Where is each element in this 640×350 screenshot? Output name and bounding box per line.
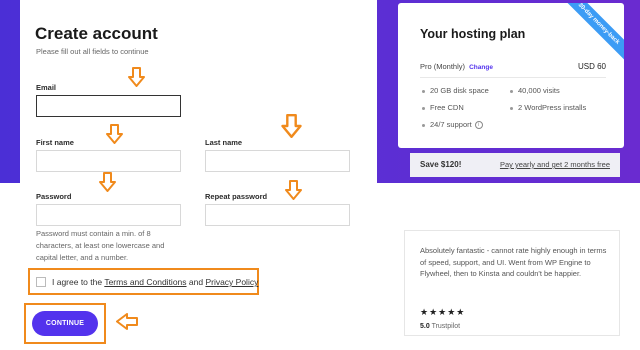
last-name-field[interactable] [205, 150, 350, 172]
save-offer-bar: Save $120! Pay yearly and get 2 months f… [410, 153, 620, 177]
plan-title: Your hosting plan [420, 27, 526, 41]
terms-agreement-text: I agree to the Terms and Conditions and … [52, 277, 258, 287]
arrow-down-icon [106, 124, 123, 144]
privacy-link[interactable]: Privacy Policy [205, 277, 258, 287]
arrow-down-icon [128, 67, 145, 87]
agree-prefix: I agree to the [52, 277, 105, 287]
terms-link[interactable]: Terms and Conditions [104, 277, 186, 287]
password-label: Password [36, 192, 72, 201]
bullet-icon [510, 89, 513, 93]
first-name-label: First name [36, 138, 74, 147]
email-label: Email [36, 83, 57, 92]
create-account-form: Create account Please fill out all field… [20, 0, 377, 350]
pay-yearly-link[interactable]: Pay yearly and get 2 months free [500, 160, 610, 169]
background-edge [0, 183, 22, 350]
arrow-down-icon [285, 180, 302, 200]
feature-label: 20 GB disk space [430, 86, 489, 95]
testimonial-text: Absolutely fantastic - cannot rate highl… [420, 246, 607, 278]
feature-label: 24/7 support [430, 120, 472, 129]
plan-price: USD 60 [577, 62, 606, 71]
change-plan-link[interactable]: Change [469, 64, 493, 71]
email-field[interactable] [36, 95, 181, 117]
continue-button[interactable]: CONTINUE [32, 311, 98, 336]
save-amount: Save $120! [420, 160, 462, 169]
money-back-ribbon: 30-day money-back [559, 3, 624, 63]
feature-label: Free CDN [430, 103, 464, 112]
rating-score: 5.0 [420, 323, 430, 330]
continue-highlight: CONTINUE [24, 303, 106, 344]
bullet-icon [510, 106, 513, 110]
hosting-plan-card: Your hosting plan 30-day money-back Pro … [398, 3, 624, 148]
page-title: Create account [35, 24, 158, 43]
feature-item: 2 WordPress installs [510, 102, 600, 113]
bullet-icon [422, 106, 425, 110]
star-icon: ★★★★★ [420, 307, 466, 317]
feature-label: 40,000 visits [518, 86, 560, 95]
last-name-label: Last name [205, 138, 243, 147]
terms-checkbox[interactable] [36, 277, 46, 287]
arrow-left-icon [116, 313, 138, 330]
plan-name-label: Pro (Monthly) [420, 62, 466, 71]
first-name-field[interactable] [36, 150, 181, 172]
feature-label: 2 WordPress installs [518, 103, 587, 112]
terms-agreement: I agree to the Terms and Conditions and … [28, 268, 259, 295]
password-hint: Password must contain a min. of 8 charac… [36, 229, 165, 262]
repeat-password-label: Repeat password [205, 192, 268, 201]
feature-item: 40,000 visits [510, 85, 560, 96]
rating: 5.0 Trustpilot [420, 323, 460, 330]
feature-item: 24/7 support i [422, 119, 483, 130]
password-field[interactable] [36, 204, 181, 226]
feature-item: Free CDN [422, 102, 464, 113]
feature-item: 20 GB disk space [422, 85, 489, 96]
arrow-down-icon [281, 114, 302, 138]
testimonial-card: Absolutely fantastic - cannot rate highl… [404, 230, 620, 336]
rating-source: Trustpilot [431, 323, 461, 330]
repeat-password-field[interactable] [205, 204, 350, 226]
bullet-icon [422, 89, 425, 93]
divider [420, 77, 606, 78]
bullet-icon [422, 123, 425, 127]
form-subtitle: Please fill out all fields to continue [36, 47, 149, 56]
agree-and: and [186, 277, 206, 287]
info-icon[interactable]: i [474, 121, 483, 130]
plan-name: Pro (Monthly) Change [420, 62, 493, 71]
arrow-down-icon [99, 172, 116, 192]
